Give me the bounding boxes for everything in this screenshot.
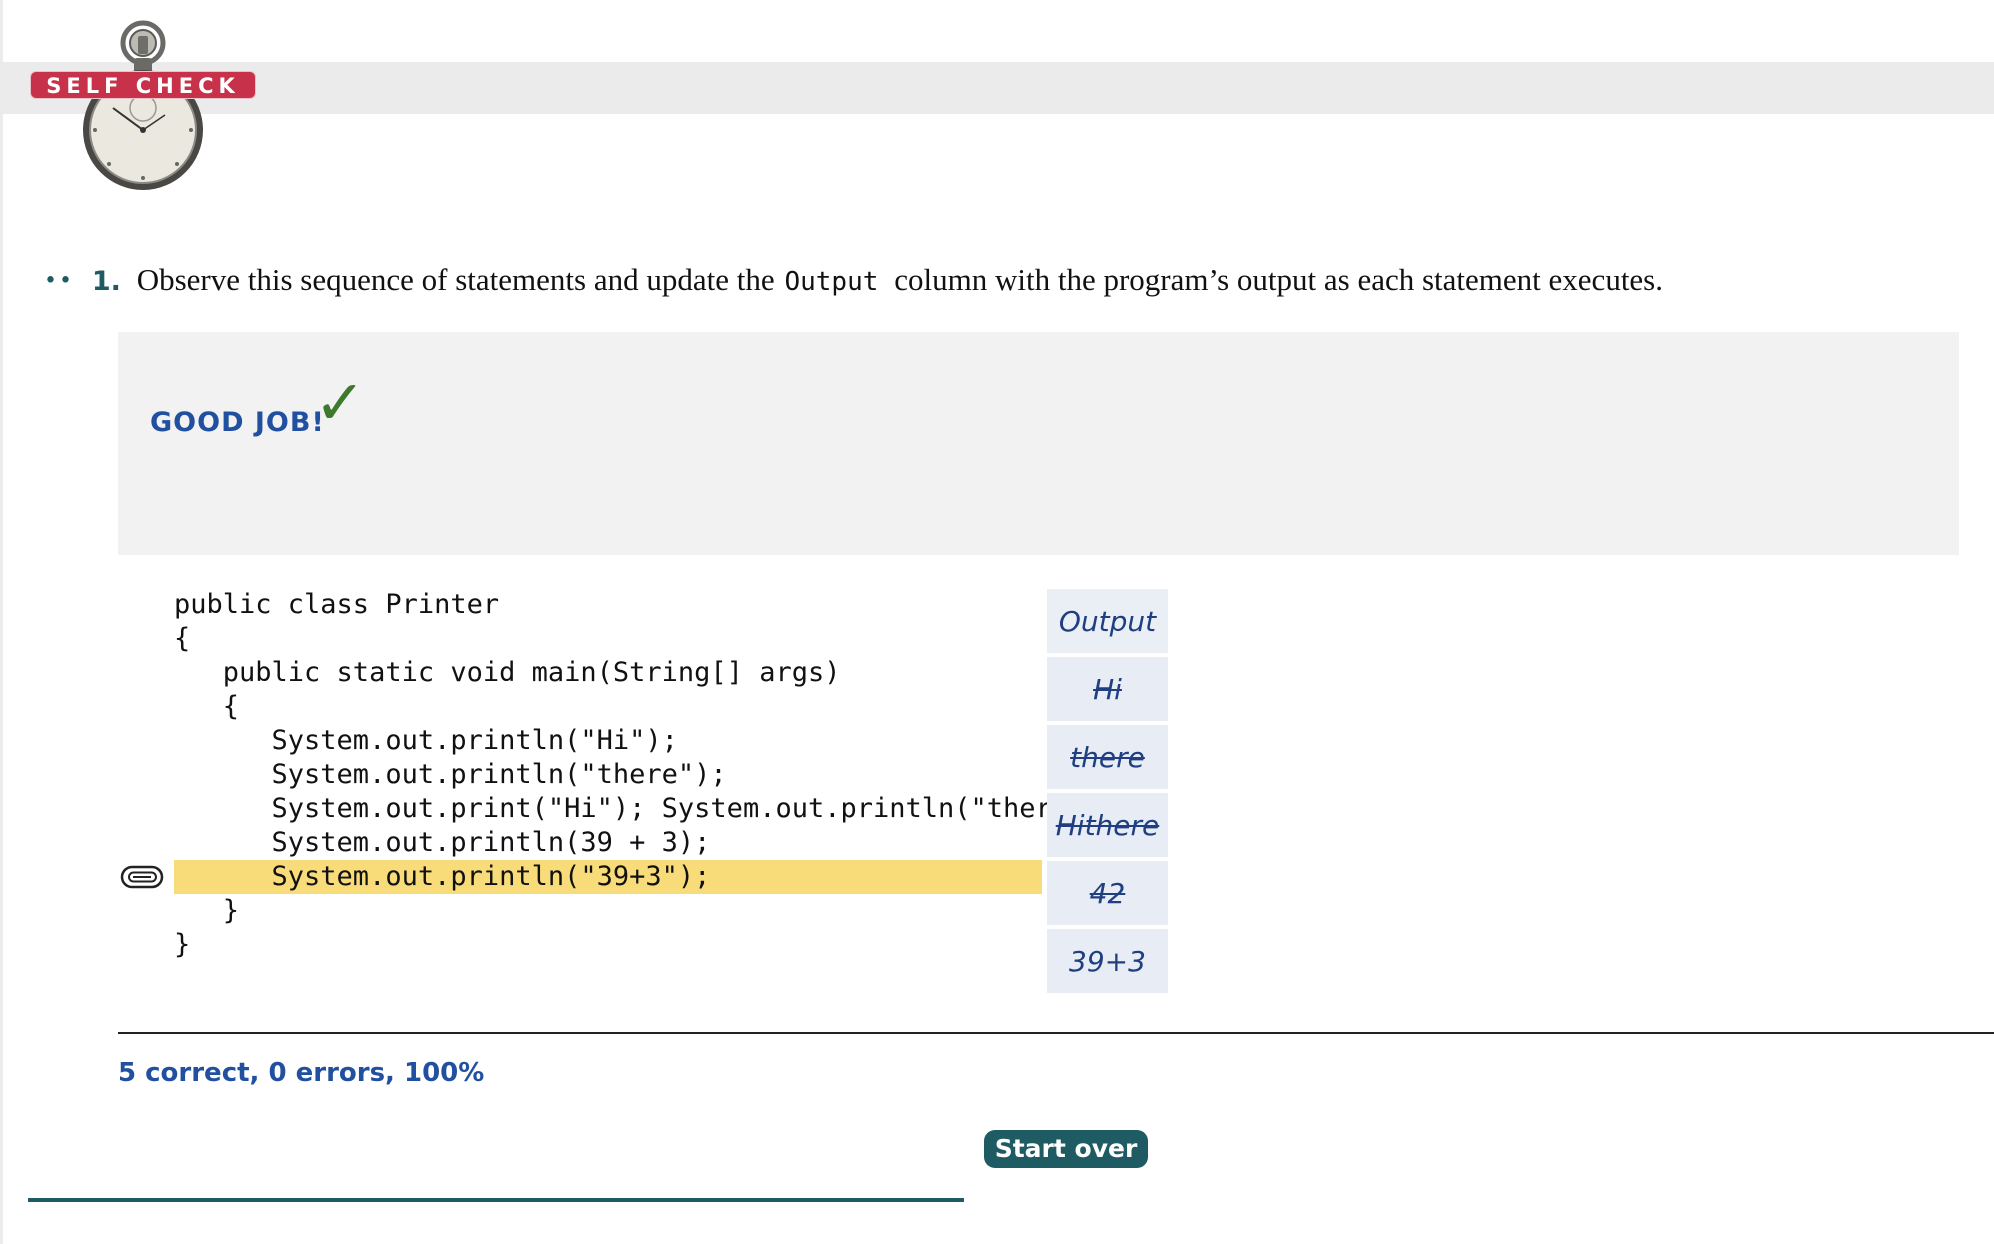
feedback-message: GOOD JOB!: [150, 407, 325, 438]
question-text-after: column with the program’s output as each…: [894, 262, 1663, 297]
code-line: }: [174, 929, 191, 960]
code-line: public static void main(String[] args): [174, 657, 841, 688]
output-header-label: Output: [1058, 604, 1157, 638]
stopwatch-icon: [83, 20, 203, 190]
question-code-word: Output: [784, 267, 879, 297]
code-line: }: [174, 895, 240, 926]
question-prompt: •• 1. Observe this sequence of statement…: [44, 258, 1663, 302]
self-check-badge: SELF CHECK: [30, 71, 256, 99]
code-line: System.out.println("Hi");: [174, 725, 678, 756]
output-entry-text: Hi: [1093, 672, 1122, 706]
code-line: {: [174, 691, 240, 722]
checkmark-icon: ✓: [314, 366, 366, 439]
code-line: System.out.print("Hi"); System.out.print…: [174, 793, 1117, 824]
left-border: [0, 0, 3, 1244]
code-line: System.out.println("there");: [174, 759, 727, 790]
code-line: System.out.println(39 + 3);: [174, 827, 711, 858]
output-entry: 42: [1047, 861, 1168, 925]
code-line: {: [174, 623, 191, 654]
output-entry-text: 39+3: [1069, 944, 1146, 978]
divider: [118, 1032, 1994, 1034]
current-line-pointer-icon: [120, 865, 164, 889]
feedback-panel: [118, 332, 1959, 555]
output-entry-text: Hithere: [1055, 808, 1160, 842]
difficulty-dots: ••: [44, 268, 74, 294]
bottom-rule: [28, 1198, 964, 1202]
output-entry: there: [1047, 725, 1168, 789]
output-entry: Hi: [1047, 657, 1168, 721]
output-entry-text: 42: [1089, 876, 1126, 910]
score-summary: 5 correct, 0 errors, 100%: [118, 1058, 485, 1088]
question-text-before: Observe this sequence of statements and …: [136, 262, 775, 297]
code-line: public class Printer: [174, 589, 500, 620]
output-entry-current: 39+3: [1047, 929, 1168, 993]
header-band: [0, 62, 1994, 114]
question-number: 1.: [91, 266, 121, 297]
code-line-highlighted: System.out.println("39+3");: [174, 860, 1042, 894]
start-over-button[interactable]: Start over: [984, 1130, 1148, 1168]
output-header: Output: [1047, 589, 1168, 653]
output-entry-text: there: [1070, 740, 1145, 774]
output-entry: Hithere: [1047, 793, 1168, 857]
